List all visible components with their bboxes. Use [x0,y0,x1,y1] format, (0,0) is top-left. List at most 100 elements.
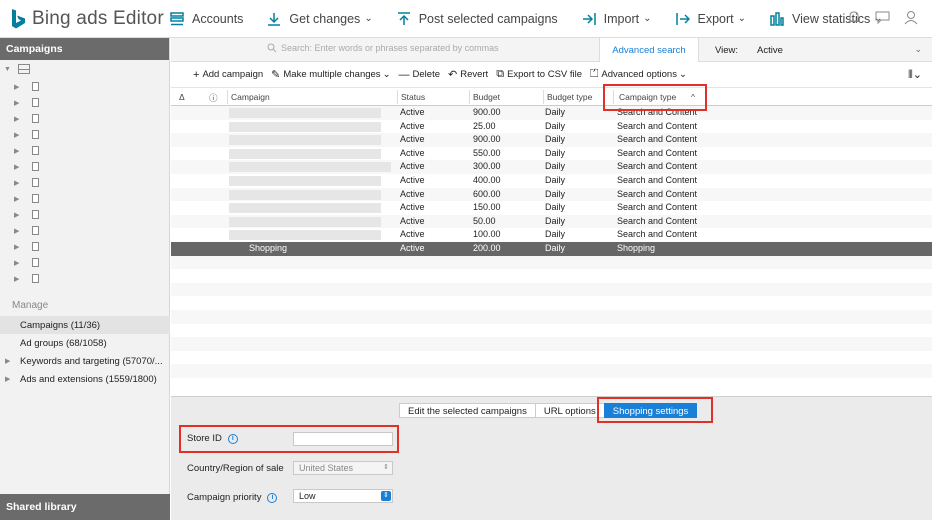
tree-item[interactable]: ▶ [14,226,39,235]
table-row[interactable]: Active 550.00 Daily Search and Content [171,147,932,161]
tree-item[interactable]: ▶ [14,114,39,123]
sidebar-header: Campaigns [0,38,169,60]
get-changes-button[interactable]: Get changes ⌄ [267,12,373,26]
column-budget-type[interactable]: Budget type [547,92,592,102]
cell-status: Active [400,174,425,185]
bell-icon[interactable] [847,10,861,25]
tree-item[interactable]: ▶ [14,146,39,155]
add-campaign-button[interactable]: + Add campaign [193,69,263,81]
advanced-options-button[interactable]: ⏍ Advanced options ⌄ [590,68,687,81]
post-campaigns-button[interactable]: Post selected campaigns [397,12,558,26]
search-input[interactable]: Search: Enter words or phrases separated… [267,43,499,53]
revert-label: Revert [460,69,489,80]
table-row[interactable]: Active 400.00 Daily Search and Content [171,174,932,188]
manage-item-ad-groups[interactable]: Ad groups (68/1058) [0,334,170,352]
minus-icon: — [398,68,410,81]
topbar-icons [847,10,918,25]
user-icon[interactable] [904,10,918,25]
advanced-search-tab[interactable]: Advanced search [599,38,699,62]
expand-right-icon[interactable]: ▶ [14,243,24,251]
delete-button[interactable]: — Delete [399,69,440,81]
tree-item[interactable]: ▶ [14,258,39,267]
expand-right-icon[interactable]: ▶ [14,179,24,187]
accounts-button[interactable]: Accounts [170,12,243,26]
table-row[interactable]: Active 50.00 Daily Search and Content [171,214,932,229]
manage-item-campaigns[interactable]: Campaigns (11/36) [0,316,170,334]
delete-label: Delete [412,69,440,80]
columns-icon[interactable]: ⫴⌄ [908,68,922,82]
tree-root[interactable]: ▼ [4,64,30,74]
tree-item[interactable]: ▶ [14,82,39,91]
export-button[interactable]: Export ⌄ [675,11,747,26]
redacted-campaign-name [229,230,381,241]
table-row[interactable]: Active 900.00 Daily Search and Content [171,106,932,120]
tab-edit-selected[interactable]: Edit the selected campaigns [399,403,536,418]
table-row[interactable]: Active 300.00 Daily Search and Content [171,160,932,174]
tree-item[interactable]: ▶ [14,210,39,219]
table-row[interactable]: Shopping Active 200.00 Daily Shopping [171,241,932,256]
chevron-down-icon: ⌄ [737,13,747,24]
expand-right-icon[interactable]: ▶ [5,375,10,383]
updown-icon: ⇕ [383,464,389,471]
expand-right-icon[interactable]: ▶ [14,115,24,123]
empty-row [171,269,932,283]
tree-item[interactable]: ▶ [14,98,39,107]
shared-library[interactable]: Shared library [0,494,170,520]
manage-item-keywords[interactable]: ▶ Keywords and targeting (57070/... [0,352,170,370]
revert-button[interactable]: ↶ Revert [448,68,488,81]
tree-item[interactable]: ▶ [14,130,39,139]
tab-url-options[interactable]: URL options [534,403,605,418]
expand-right-icon[interactable]: ▶ [5,357,10,365]
table-row[interactable]: Active 150.00 Daily Search and Content [171,201,932,215]
updown-icon[interactable]: ⇕ [381,491,391,501]
column-status[interactable]: Status [401,92,425,102]
make-multiple-changes-button[interactable]: ✎ Make multiple changes ⌄ [271,68,390,81]
export-csv-button[interactable]: ⧉ Export to CSV file [496,68,582,81]
expand-right-icon[interactable]: ▶ [14,227,24,235]
delta-icon[interactable]: Δ [179,92,185,102]
cell-budget-type: Daily [545,161,566,172]
column-campaign[interactable]: Campaign [231,92,270,102]
cell-budget-type: Daily [545,120,566,131]
empty-rows [171,255,932,392]
campaign-icon [32,130,39,139]
expand-right-icon[interactable]: ▶ [14,99,24,107]
column-budget[interactable]: Budget [473,92,500,102]
expand-right-icon[interactable]: ▶ [14,259,24,267]
table-row[interactable]: Active 100.00 Daily Search and Content [171,228,932,242]
column-divider [543,90,544,104]
make-multiple-label: Make multiple changes [283,69,381,80]
expand-down-icon[interactable]: ▼ [4,66,14,73]
expand-right-icon[interactable]: ▶ [14,275,24,283]
tree-item[interactable]: ▶ [14,178,39,187]
tree-item[interactable]: ▶ [14,162,39,171]
download-icon [268,12,281,26]
import-button[interactable]: Import ⌄ [582,12,652,26]
priority-select[interactable]: Low ⇕ [293,489,393,503]
expand-right-icon[interactable]: ▶ [14,195,24,203]
copy-icon: ⧉ [496,68,505,80]
tree-item[interactable]: ▶ [14,274,39,283]
cell-budget: 50.00 [473,215,496,226]
table-row[interactable]: Active 600.00 Daily Search and Content [171,187,932,202]
expand-right-icon[interactable]: ▶ [14,163,24,171]
cell-campaign-type: Search and Content [617,120,698,131]
tree-item[interactable]: ▶ [14,242,39,251]
table-row[interactable]: Active 900.00 Daily Search and Content [171,133,932,147]
expand-right-icon[interactable]: ▶ [14,83,24,91]
export-csv-label: Export to CSV file [507,69,583,80]
manage-item-ads[interactable]: ▶ Ads and extensions (1559/1800) [0,370,170,388]
chevron-down-icon[interactable]: ⌄ [914,44,922,55]
view-select[interactable]: Active [757,45,783,56]
campaign-icon [32,146,39,155]
expand-right-icon[interactable]: ▶ [14,147,24,155]
expand-right-icon[interactable]: ▶ [14,211,24,219]
tree-item[interactable]: ▶ [14,194,39,203]
expand-right-icon[interactable]: ▶ [14,131,24,139]
brand: Bing ads Editor [0,8,170,30]
table-row[interactable]: Active 25.00 Daily Search and Content [171,120,932,134]
feedback-icon[interactable] [875,10,890,25]
export-label: Export [697,11,734,26]
info-icon[interactable]: i [267,492,278,503]
warning-icon[interactable]: ⓘ [209,92,218,104]
